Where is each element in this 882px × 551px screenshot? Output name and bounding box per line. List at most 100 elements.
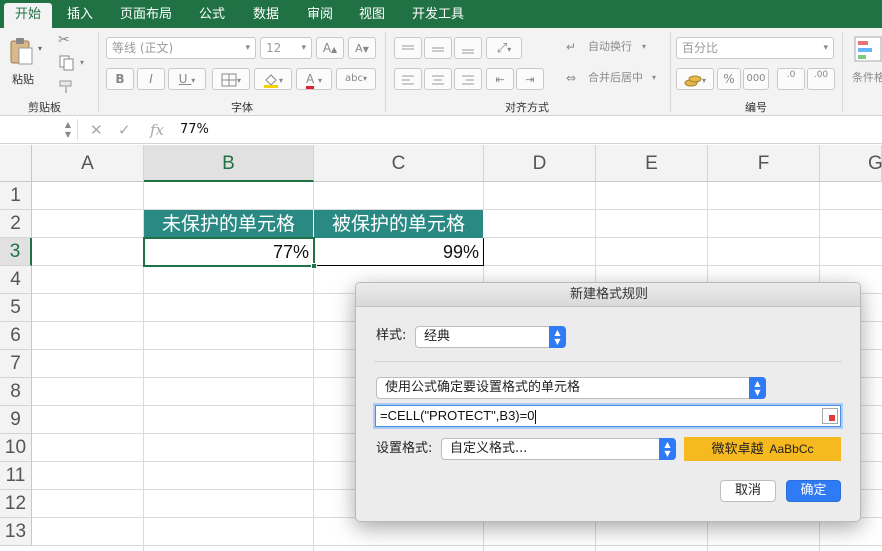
align-left-button[interactable]	[394, 68, 422, 90]
cancel-formula-icon[interactable]: ✕	[90, 121, 103, 139]
rule-formula-input[interactable]: =CELL("PROTECT",B3)=0	[375, 405, 841, 427]
corner-select-all[interactable]	[0, 145, 32, 182]
orientation-button[interactable]: ⤢▾	[486, 37, 522, 59]
tab-developer[interactable]: 开发工具	[402, 0, 474, 28]
style-select-value: 经典	[424, 329, 451, 344]
comma-style-button[interactable]: 000	[743, 68, 769, 90]
underline-button[interactable]: U ▾	[168, 68, 206, 90]
tab-formulas[interactable]: 公式	[188, 0, 236, 28]
formula-input[interactable]: 77%	[180, 121, 209, 139]
chevron-updown-icon: ▲ ▼	[549, 326, 566, 348]
rule-type-select[interactable]: 使用公式确定要设置格式的单元格 ▲ ▼	[376, 377, 766, 399]
row-header-12[interactable]: 12	[0, 490, 32, 518]
phonetic-icon: abc	[345, 73, 363, 84]
dialog-title: 新建格式规则	[356, 283, 860, 307]
group-divider	[385, 32, 386, 112]
align-right-button[interactable]	[454, 68, 482, 90]
row-header-9[interactable]: 9	[0, 406, 32, 434]
font-color-button[interactable]: A ▾	[296, 68, 332, 90]
ok-button[interactable]: 确定	[786, 480, 841, 502]
shrink-font-icon: A	[355, 42, 363, 55]
increase-indent-button[interactable]: ⇥	[516, 68, 544, 90]
align-top-icon	[402, 45, 414, 49]
text-cursor	[535, 409, 537, 424]
column-header-c[interactable]: C	[314, 145, 484, 182]
cell-c3[interactable]: 99%	[314, 238, 484, 266]
tab-review[interactable]: 审阅	[296, 0, 344, 28]
style-select[interactable]: 经典 ▲ ▼	[415, 326, 566, 348]
number-format-select[interactable]: 百分比 ▾	[676, 37, 834, 59]
tab-page-layout[interactable]: 页面布局	[108, 0, 184, 28]
row-header-6[interactable]: 6	[0, 322, 32, 350]
font-name-select[interactable]: 等线 (正文) ▾	[106, 37, 256, 59]
fill-color-button[interactable]: ▾	[254, 68, 292, 90]
format-preview: 微软卓越 AaBbCc	[684, 437, 841, 461]
conditional-format-button[interactable]: 条件格	[850, 34, 882, 94]
row-header-3[interactable]: 3	[0, 238, 32, 266]
cut-icon[interactable]: ✂	[58, 32, 70, 48]
row-header-10[interactable]: 10	[0, 434, 32, 462]
group-label-clipboard: 剪贴板	[28, 101, 61, 114]
insert-function-icon[interactable]: fx	[150, 121, 164, 139]
row-header-1[interactable]: 1	[0, 182, 32, 210]
column-header-b[interactable]: B	[144, 145, 314, 182]
percent-style-button[interactable]: %	[717, 68, 741, 90]
italic-button[interactable]: I	[137, 68, 165, 90]
decrease-indent-button[interactable]: ⇤	[486, 68, 514, 90]
wrap-text-button[interactable]: ↵ 自动换行 ▾	[566, 38, 656, 56]
column-header-a[interactable]: A	[32, 145, 144, 182]
row-header-5[interactable]: 5	[0, 294, 32, 322]
shrink-font-button[interactable]: A▼	[348, 37, 376, 59]
cancel-button[interactable]: 取消	[720, 480, 776, 502]
tab-view[interactable]: 视图	[348, 0, 396, 28]
chevron-updown-icon: ▲ ▼	[659, 438, 676, 460]
formula-bar: ▲ ▼ ✕ ✓ fx 77%	[0, 116, 882, 144]
tab-home[interactable]: 开始	[4, 3, 52, 31]
grow-font-button[interactable]: A▲	[316, 37, 344, 59]
column-header-g[interactable]: G	[820, 145, 882, 182]
increase-decimal-button[interactable]: .0	[777, 68, 805, 90]
name-box[interactable]: ▲ ▼	[0, 119, 78, 141]
row-header-2[interactable]: 2	[0, 210, 32, 238]
row-header-13[interactable]: 13	[0, 518, 32, 546]
column-header-e[interactable]: E	[596, 145, 708, 182]
decrease-indent-icon: ⇤	[495, 73, 505, 86]
format-select[interactable]: 自定义格式... ▲ ▼	[441, 438, 676, 460]
decrease-decimal-button[interactable]: .00	[807, 68, 835, 90]
align-center-button[interactable]	[424, 68, 452, 90]
tab-insert[interactable]: 插入	[56, 0, 104, 28]
format-select-value: 自定义格式...	[450, 441, 528, 456]
phonetic-button[interactable]: abc▾	[336, 68, 376, 90]
paste-button[interactable]: ▾ 粘贴	[6, 34, 42, 94]
format-painter-icon[interactable]	[58, 78, 76, 94]
range-select-icon[interactable]	[822, 408, 838, 424]
row-header-8[interactable]: 8	[0, 378, 32, 406]
align-middle-icon	[432, 47, 444, 51]
borders-button[interactable]: ▾	[212, 68, 250, 90]
align-bottom-button[interactable]	[454, 37, 482, 59]
row-header-7[interactable]: 7	[0, 350, 32, 378]
copy-icon[interactable]	[58, 55, 76, 71]
merge-center-button[interactable]: ⇔ 合并后居中 ▾	[566, 69, 666, 87]
group-label-alignment: 对齐方式	[505, 101, 549, 114]
tab-data[interactable]: 数据	[242, 0, 290, 28]
accounting-format-button[interactable]: ▾	[676, 68, 714, 90]
row-header-11[interactable]: 11	[0, 462, 32, 490]
font-size-select[interactable]: 12 ▾	[260, 37, 312, 59]
cell-c2[interactable]: 被保护的单元格	[314, 210, 484, 238]
align-middle-button[interactable]	[424, 37, 452, 59]
merge-center-label: 合并后居中	[588, 71, 643, 84]
gridline	[32, 545, 882, 546]
group-divider	[670, 32, 671, 112]
row-header-4[interactable]: 4	[0, 266, 32, 294]
column-header-d[interactable]: D	[484, 145, 596, 182]
align-top-button[interactable]	[394, 37, 422, 59]
group-divider	[98, 32, 99, 112]
bold-button[interactable]: B	[106, 68, 134, 90]
fill-handle[interactable]	[311, 263, 317, 269]
decrease-decimal-icon: .00	[813, 70, 829, 80]
column-header-f[interactable]: F	[708, 145, 820, 182]
enter-formula-icon[interactable]: ✓	[118, 121, 131, 139]
style-label: 样式:	[376, 328, 407, 343]
cell-b2[interactable]: 未保护的单元格	[144, 210, 314, 238]
